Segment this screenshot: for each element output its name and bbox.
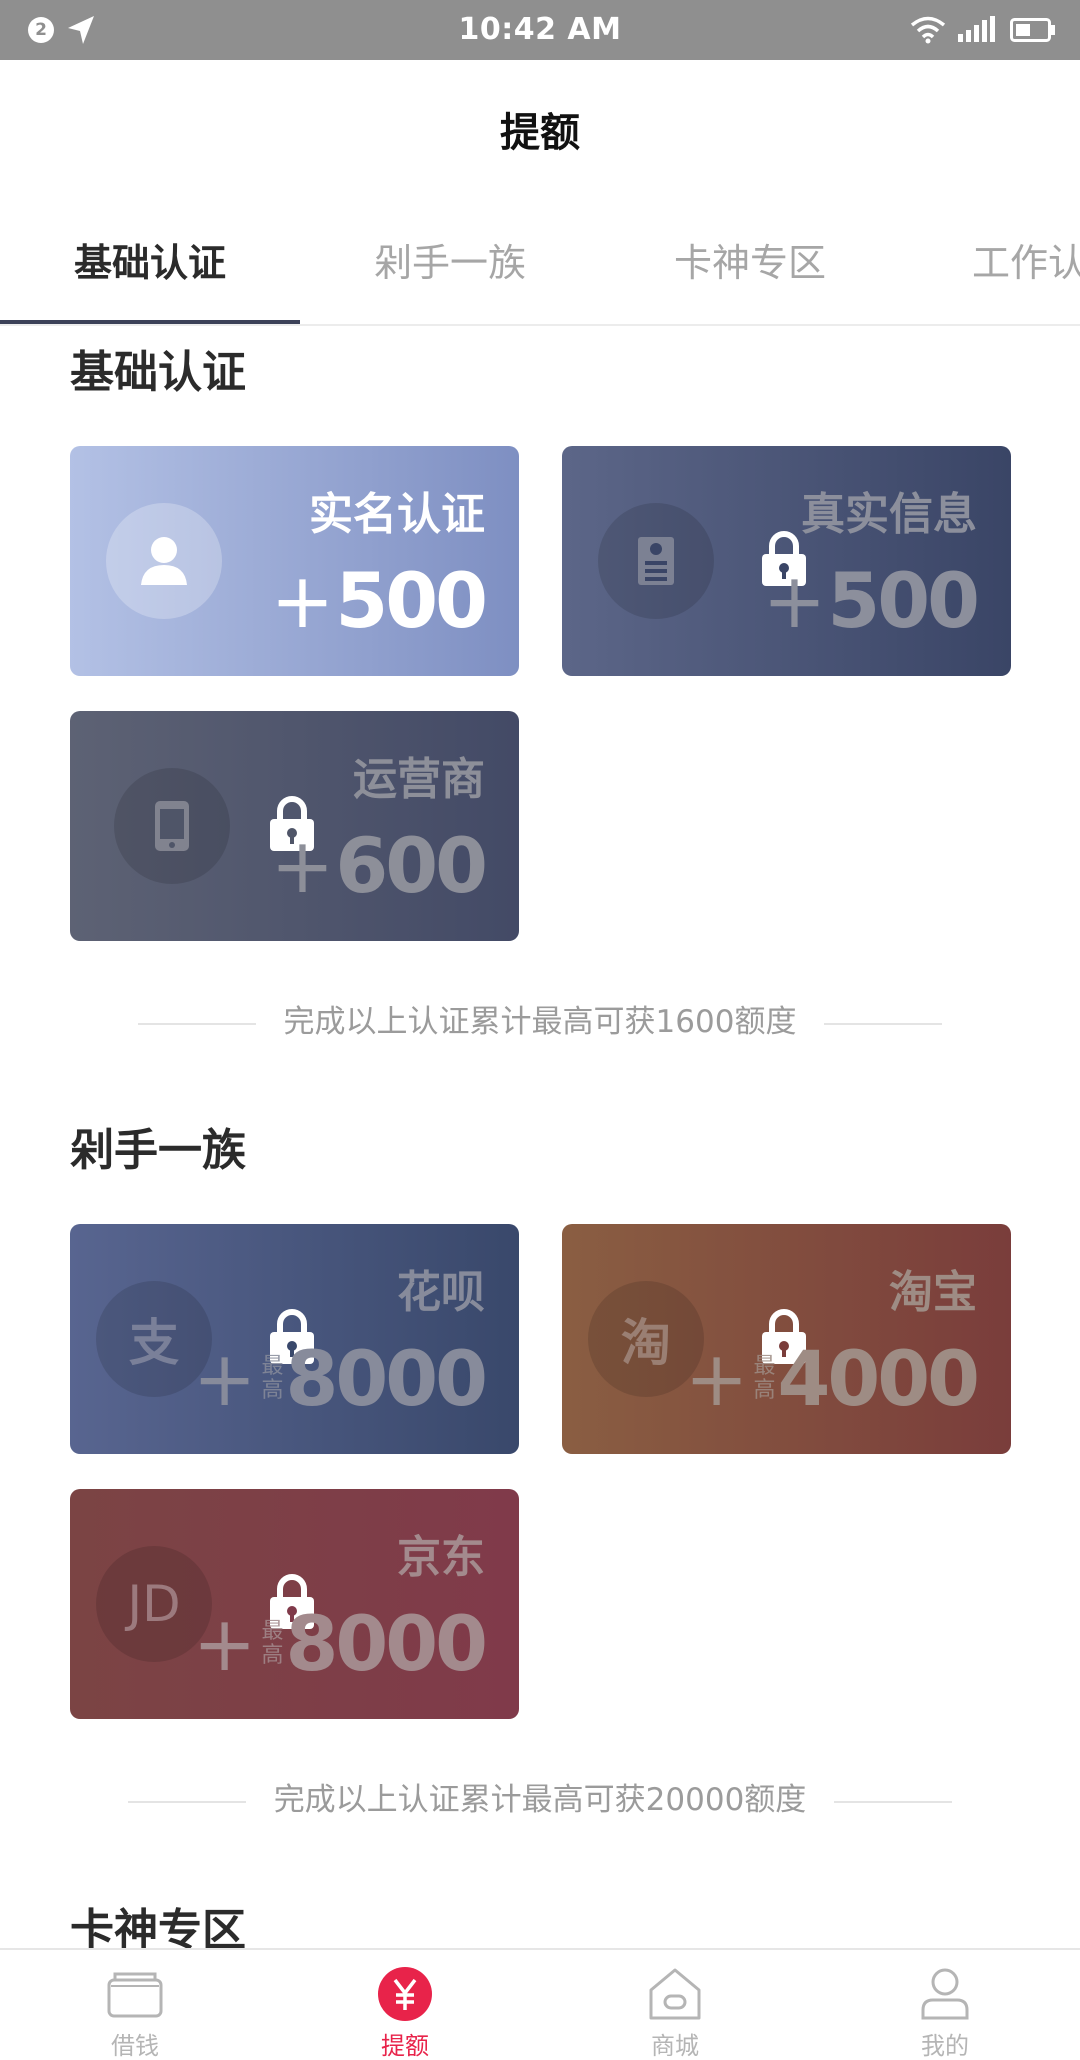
nav-label: 我的 [921, 2032, 969, 2060]
tab-work-auth[interactable]: 工作认证 [900, 232, 1080, 287]
signal-icon [958, 16, 995, 42]
card-amount: + 最高 8000 [192, 1334, 488, 1423]
yuan-icon [378, 1967, 432, 2021]
tab-active-indicator [0, 320, 300, 324]
card-amount: +600 [270, 821, 488, 910]
card-amount: + 最高 8000 [192, 1599, 488, 1688]
wifi-icon [910, 16, 946, 44]
card-amount: +500 [270, 556, 488, 645]
tab-card-master[interactable]: 卡神专区 [600, 232, 900, 287]
tab-basic-auth[interactable]: 基础认证 [0, 232, 300, 287]
shop-icon [649, 1968, 701, 2020]
divider-line [137, 1022, 256, 1025]
max-label: 最高 [261, 1618, 284, 1668]
tab-shopaholic[interactable]: 剁手一族 [300, 232, 600, 287]
nav-profile[interactable]: 我的 [810, 1950, 1080, 2060]
card-amount: +500 [762, 556, 980, 645]
bottom-nav: 借钱 提额 商城 我的 [0, 1948, 1080, 2060]
id-card-icon [598, 503, 714, 619]
card-jingdong[interactable]: JD 京东 + 最高 8000 [70, 1489, 519, 1719]
tab-bar: 基础认证 剁手一族 卡神专区 工作认证 [0, 220, 1080, 326]
profile-icon [921, 1968, 969, 2020]
nav-shop[interactable]: 商城 [540, 1950, 810, 2060]
divider-line [824, 1022, 943, 1025]
nav-label: 借钱 [111, 2032, 159, 2060]
card-carrier[interactable]: 运营商 +600 [70, 711, 519, 941]
section-title-basic-auth: 基础认证 [70, 347, 246, 398]
nav-label: 提额 [381, 2032, 429, 2060]
card-name: 实名认证 [309, 489, 485, 540]
summary-shopaholic: 完成以上认证累计最高可获20000额度 [0, 1774, 1080, 1819]
user-icon [106, 503, 222, 619]
status-bar: 2 10:42 AM [0, 0, 1080, 60]
page-title: 提额 [500, 110, 580, 156]
wallet-icon [107, 1972, 163, 2018]
section-title-shopaholic: 剁手一族 [70, 1125, 246, 1176]
max-label: 最高 [261, 1353, 284, 1403]
card-name: 京东 [397, 1532, 485, 1583]
card-name: 花呗 [397, 1267, 485, 1318]
card-huabei[interactable]: 支 花呗 + 最高 8000 [70, 1224, 519, 1454]
card-name: 运营商 [353, 754, 485, 805]
card-name: 真实信息 [801, 489, 977, 540]
nav-label: 商城 [651, 2032, 699, 2060]
nav-borrow[interactable]: 借钱 [0, 1950, 270, 2060]
battery-icon [1010, 18, 1055, 42]
divider-line [127, 1800, 246, 1803]
summary-basic-auth: 完成以上认证累计最高可获1600额度 [0, 996, 1080, 1041]
nav-raise-limit[interactable]: 提额 [270, 1950, 540, 2060]
phone-icon [114, 768, 230, 884]
card-name: 淘宝 [889, 1267, 977, 1318]
card-real-info[interactable]: 真实信息 +500 [562, 446, 1011, 676]
divider-line [834, 1800, 953, 1803]
card-amount: + 最高 4000 [684, 1334, 980, 1423]
max-label: 最高 [753, 1353, 776, 1403]
card-taobao[interactable]: 淘 淘宝 + 最高 4000 [562, 1224, 1011, 1454]
card-real-name-auth[interactable]: 实名认证 +500 [70, 446, 519, 676]
